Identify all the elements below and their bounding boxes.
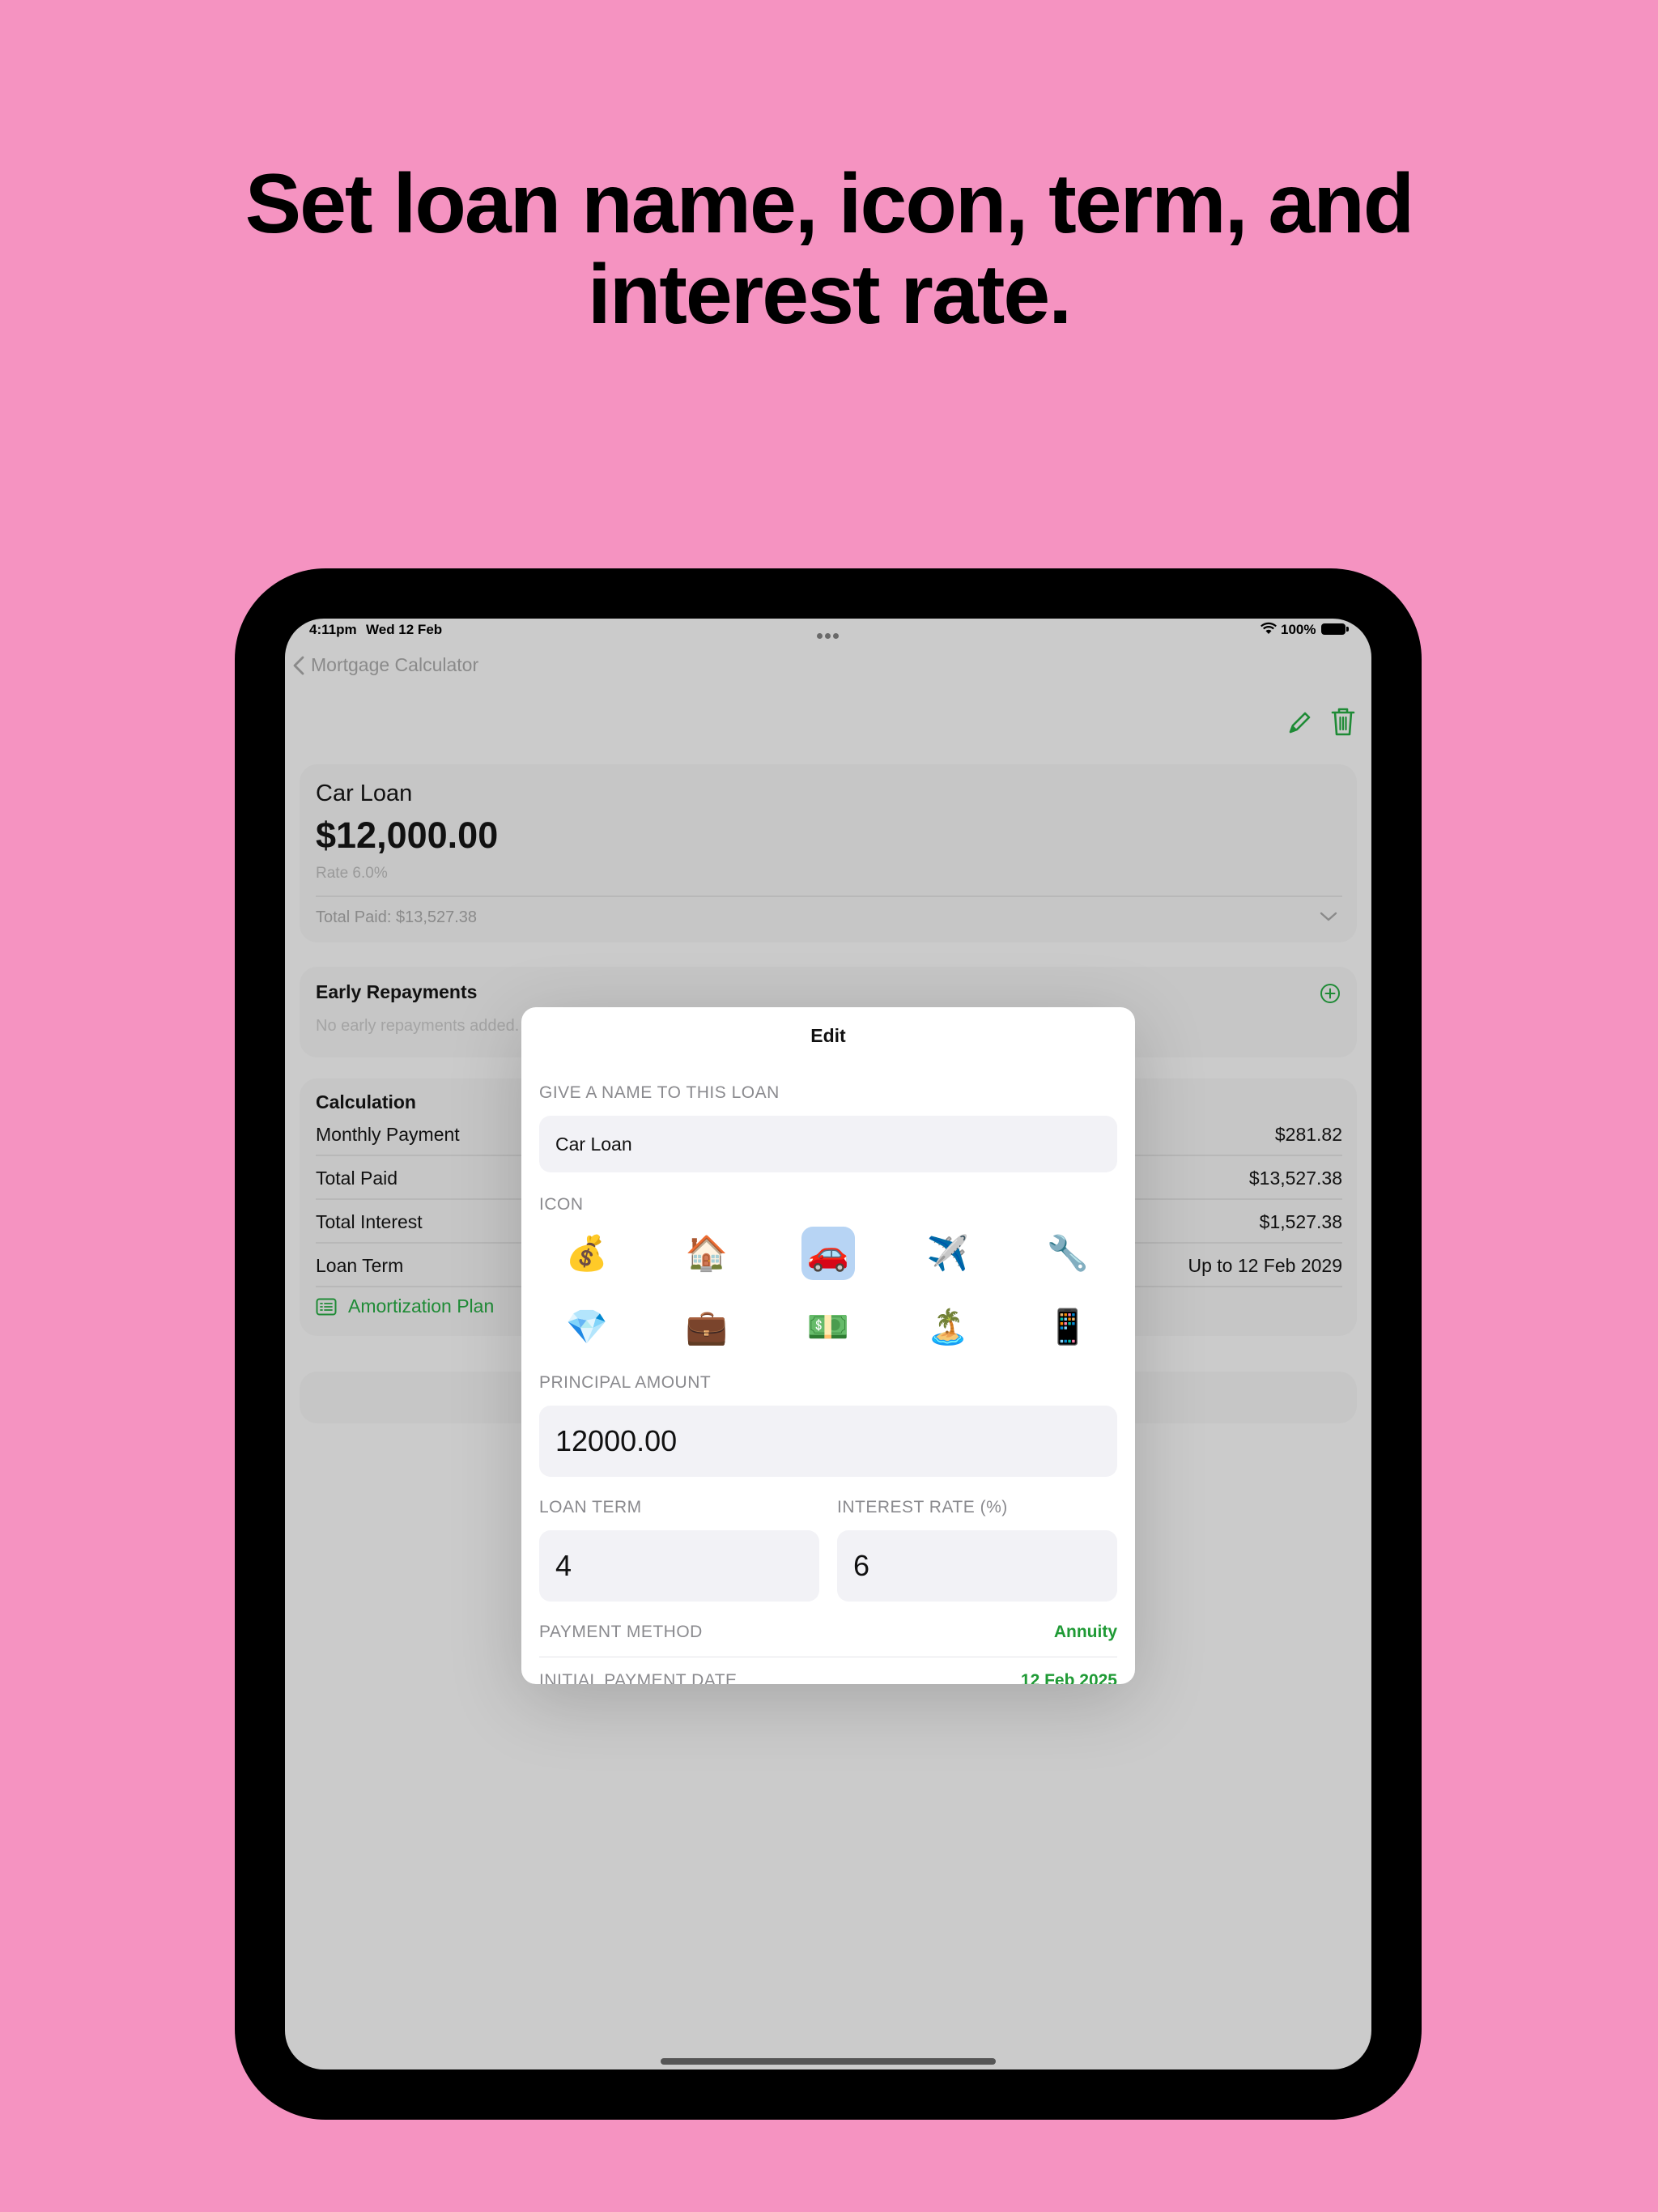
loan-rate: Rate 6.0% [316, 865, 388, 882]
icon-label: ICON [539, 1195, 584, 1214]
house-icon[interactable]: 🏠 [680, 1227, 733, 1280]
car-icon[interactable]: 🚗 [801, 1227, 855, 1280]
status-date: Wed 12 Feb [366, 622, 443, 637]
status-bar: 4:11pm Wed 12 Feb 100% [285, 619, 1371, 651]
principal-amount-field[interactable]: 12000.00 [539, 1406, 1117, 1477]
total-paid-value: $13,527.38 [1248, 1168, 1342, 1189]
interest-rate-label: INTEREST RATE (%) [837, 1498, 1008, 1516]
briefcase-icon[interactable]: 💼 [680, 1300, 733, 1354]
trash-icon[interactable] [1329, 706, 1357, 737]
wifi-icon [1261, 622, 1277, 634]
modal-title: Edit [810, 1025, 846, 1046]
pencil-icon[interactable] [1286, 709, 1313, 737]
payment-method-picker[interactable]: Annuity [1054, 1623, 1117, 1642]
principal-label: PRINCIPAL AMOUNT [539, 1373, 712, 1392]
total-paid-label: Total Paid [316, 1168, 398, 1189]
monthly-payment-value: $281.82 [1274, 1124, 1342, 1145]
monthly-payment-label: Monthly Payment [316, 1124, 460, 1145]
payment-method-label: PAYMENT METHOD [539, 1623, 703, 1641]
battery-percent: 100% [1281, 622, 1316, 637]
calculation-title: Calculation [316, 1091, 416, 1112]
island-icon[interactable]: 🏝️ [921, 1300, 975, 1354]
early-repayments-empty: No early repayments added. [316, 1017, 520, 1035]
edit-modal: Edit GIVE A NAME TO THIS LOAN Car Loan I… [521, 1007, 1135, 1684]
loan-amount: $12,000.00 [316, 815, 499, 856]
initial-payment-date-label: INITIAL PAYMENT DATE [539, 1671, 738, 1684]
diamond-icon[interactable]: 💎 [560, 1300, 614, 1354]
multitasking-dots-icon[interactable] [817, 627, 841, 639]
divider [316, 895, 1342, 897]
headline-line-2: interest rate. [587, 248, 1072, 342]
loan-term-value: Up to 12 Feb 2029 [1188, 1255, 1342, 1276]
chevron-left-icon [293, 656, 304, 674]
amortization-plan-label: Amortization Plan [348, 1295, 495, 1317]
airplane-icon[interactable]: ✈️ [921, 1227, 975, 1280]
back-button-label: Mortgage Calculator [311, 654, 479, 675]
loan-term-label: Loan Term [316, 1255, 404, 1276]
amortization-plan-link[interactable]: Amortization Plan [316, 1295, 494, 1317]
headline-line-1: Set loan name, icon, term, and [244, 157, 1415, 251]
total-interest-value: $1,527.38 [1259, 1211, 1342, 1232]
loan-term-field[interactable]: 4 [539, 1530, 819, 1602]
back-button[interactable]: Mortgage Calculator [293, 654, 478, 676]
interest-rate-field[interactable]: 6 [837, 1530, 1117, 1602]
loan-name-label: GIVE A NAME TO THIS LOAN [539, 1083, 780, 1102]
home-indicator[interactable] [661, 2058, 996, 2065]
battery-icon [1321, 623, 1349, 635]
wrench-icon[interactable]: 🔧 [1041, 1227, 1095, 1280]
headline: Set loan name, icon, term, and interest … [0, 159, 1658, 340]
chevron-down-icon[interactable] [1320, 910, 1337, 923]
status-time: 4:11pm [309, 622, 357, 637]
money-bag-icon[interactable]: 💰 [560, 1227, 614, 1280]
banknote-icon[interactable]: 💵 [801, 1300, 855, 1354]
loan-name: Car Loan [316, 781, 413, 806]
list-icon [316, 1298, 337, 1315]
loan-term-input-label: LOAN TERM [539, 1498, 642, 1516]
total-interest-label: Total Interest [316, 1211, 423, 1232]
add-repayment-icon[interactable] [1320, 983, 1341, 1004]
total-paid-summary: Total Paid: $13,527.38 [316, 908, 478, 926]
device-screen: 4:11pm Wed 12 Feb 100% Mortgage Calculat… [285, 619, 1371, 2069]
phone-icon[interactable]: 📱 [1041, 1300, 1095, 1354]
loan-name-field[interactable]: Car Loan [539, 1116, 1117, 1172]
early-repayments-title: Early Repayments [316, 981, 478, 1002]
initial-payment-date-picker[interactable]: 12 Feb 2025 [1021, 1671, 1117, 1684]
